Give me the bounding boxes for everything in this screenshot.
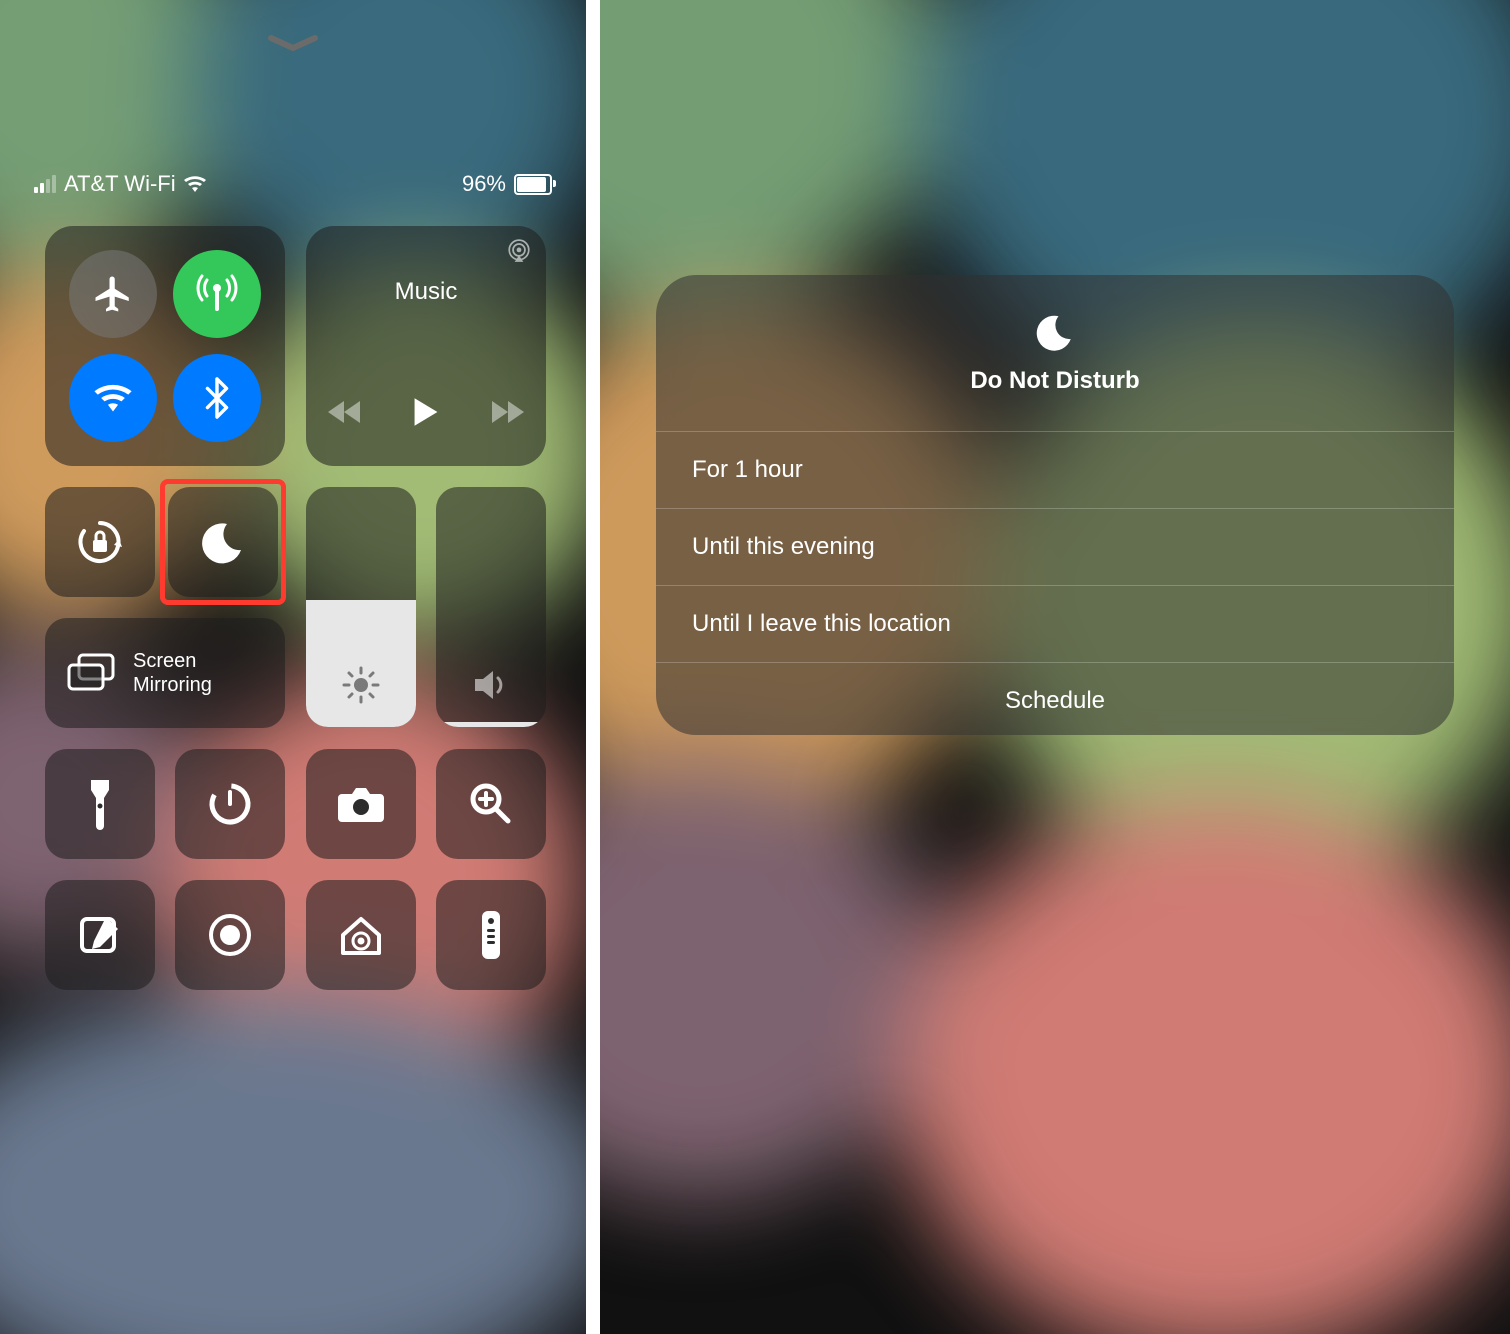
- rotation-lock-toggle[interactable]: [45, 487, 155, 597]
- timer-button[interactable]: [175, 749, 285, 859]
- record-icon: [206, 911, 254, 959]
- screen-record-button[interactable]: [175, 880, 285, 990]
- wifi-icon: [91, 380, 135, 416]
- play-button[interactable]: [412, 396, 440, 428]
- remote-icon: [480, 909, 502, 961]
- dnd-card-header: Do Not Disturb: [656, 275, 1454, 432]
- dnd-option-location[interactable]: Until I leave this location: [656, 586, 1454, 663]
- status-left: AT&T Wi-Fi: [34, 171, 208, 197]
- dnd-option-1hour[interactable]: For 1 hour: [656, 432, 1454, 509]
- dnd-card-title: Do Not Disturb: [970, 367, 1139, 395]
- brightness-fill: [306, 600, 416, 727]
- forward-button[interactable]: [490, 399, 526, 425]
- timer-icon: [206, 780, 254, 828]
- notes-icon: [78, 913, 122, 957]
- dnd-highlight-frame: [160, 479, 286, 605]
- battery-icon: [514, 174, 552, 195]
- dnd-option-label: Until I leave this location: [692, 610, 951, 638]
- bluetooth-icon: [205, 377, 229, 419]
- screen-mirroring-label-2: Mirroring: [133, 673, 212, 697]
- home-icon: [337, 913, 385, 957]
- airplay-icon[interactable]: [506, 238, 532, 264]
- magnifier-button[interactable]: [436, 749, 546, 859]
- home-button[interactable]: [306, 880, 416, 990]
- airplane-icon: [92, 273, 134, 315]
- dnd-option-label: For 1 hour: [692, 456, 803, 484]
- dnd-schedule-label: Schedule: [1005, 687, 1105, 715]
- flashlight-button[interactable]: [45, 749, 155, 859]
- speaker-icon: [436, 667, 546, 703]
- control-center-screen: AT&T Wi-Fi 96%: [0, 0, 586, 1334]
- dnd-schedule-button[interactable]: Schedule: [656, 663, 1454, 739]
- volume-slider[interactable]: [436, 487, 546, 727]
- cellular-signal-icon: [34, 175, 56, 193]
- connectivity-panel[interactable]: [45, 226, 285, 466]
- flashlight-icon: [87, 778, 113, 830]
- screen-mirroring-label-1: Screen: [133, 649, 212, 673]
- cellular-data-toggle[interactable]: [173, 250, 261, 338]
- media-panel[interactable]: Music: [306, 226, 546, 466]
- notes-button[interactable]: [45, 880, 155, 990]
- bluetooth-toggle[interactable]: [173, 354, 261, 442]
- antenna-icon: [194, 271, 240, 317]
- brightness-icon: [306, 665, 416, 705]
- rewind-button[interactable]: [326, 399, 362, 425]
- dnd-option-evening[interactable]: Until this evening: [656, 509, 1454, 586]
- wifi-icon: [182, 174, 208, 194]
- screenshot-pair: AT&T Wi-Fi 96%: [0, 0, 1510, 1334]
- wifi-toggle[interactable]: [69, 354, 157, 442]
- rotation-lock-icon: [73, 515, 127, 569]
- camera-icon: [336, 784, 386, 824]
- media-title: Music: [306, 278, 546, 306]
- dnd-option-label: Until this evening: [692, 533, 875, 561]
- carrier-label: AT&T Wi-Fi: [64, 171, 176, 197]
- status-right: 96%: [462, 171, 552, 197]
- separator: [586, 0, 600, 1334]
- airplane-mode-toggle[interactable]: [69, 250, 157, 338]
- status-bar: AT&T Wi-Fi 96%: [0, 171, 586, 197]
- camera-button[interactable]: [306, 749, 416, 859]
- battery-fill: [517, 177, 546, 192]
- brightness-slider[interactable]: [306, 487, 416, 727]
- dnd-options-card: Do Not Disturb For 1 hour Until this eve…: [656, 275, 1454, 735]
- screen-mirroring-button[interactable]: Screen Mirroring: [45, 618, 285, 728]
- battery-percent: 96%: [462, 171, 506, 197]
- magnifier-icon: [468, 781, 514, 827]
- close-chevron-icon[interactable]: [0, 34, 586, 54]
- remote-button[interactable]: [436, 880, 546, 990]
- volume-fill: [436, 722, 546, 727]
- screen-mirroring-icon: [67, 653, 115, 693]
- dnd-menu-screen: Do Not Disturb For 1 hour Until this eve…: [600, 0, 1510, 1334]
- moon-icon: [1034, 311, 1076, 353]
